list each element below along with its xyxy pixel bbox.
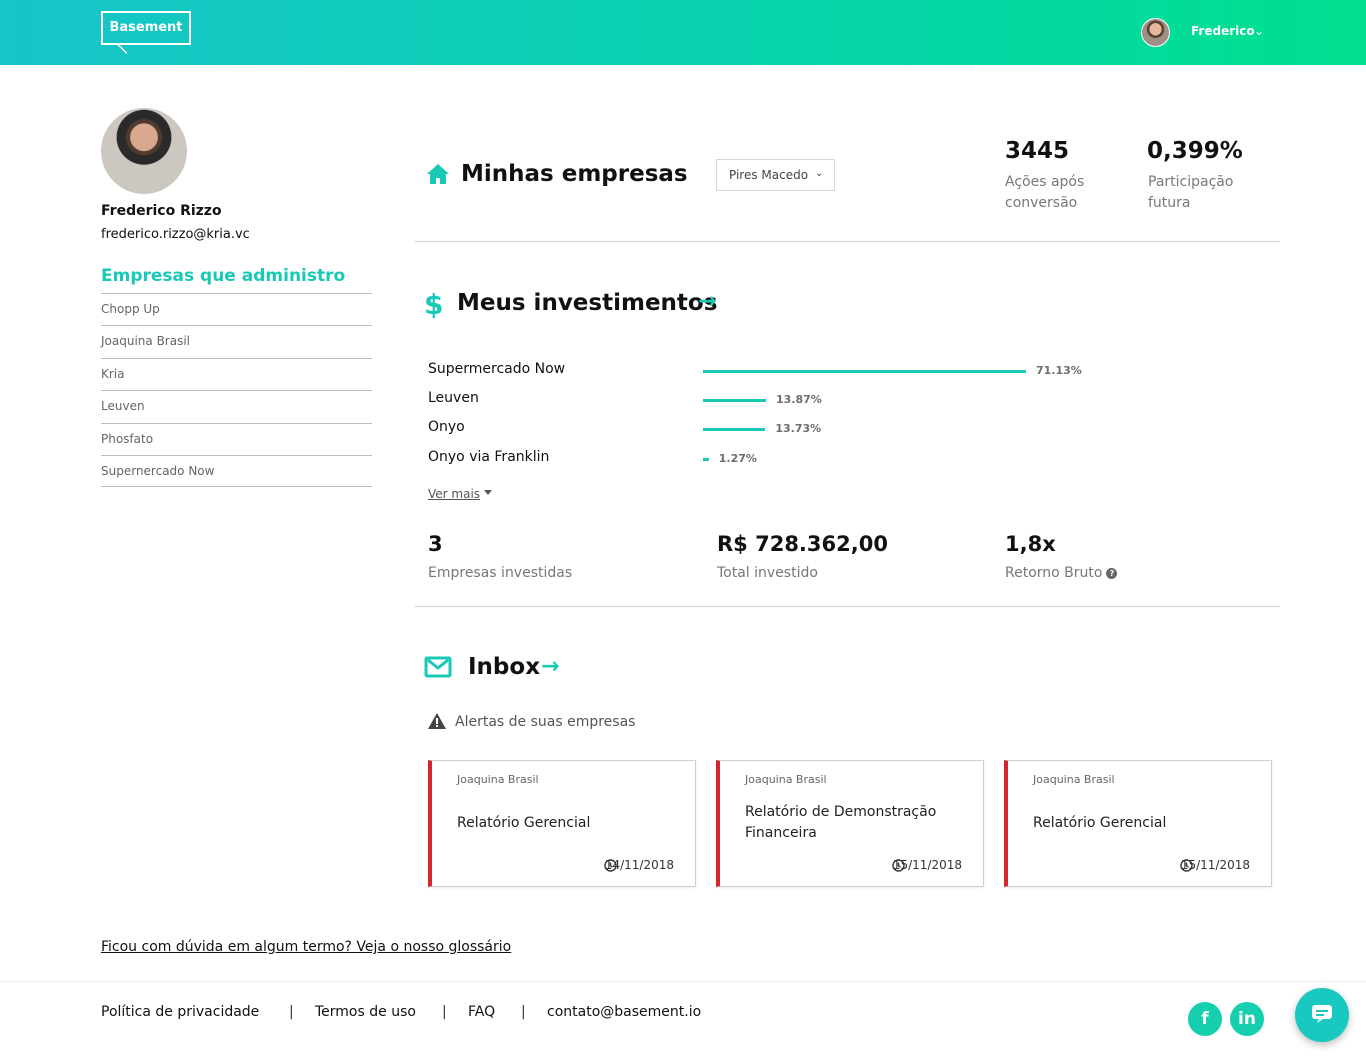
alerts-title: Alertas de suas empresas [455, 714, 636, 730]
inbox-title[interactable]: Inbox [468, 654, 540, 680]
alert-card[interactable]: Joaquina Brasil Relatório Gerencial 14/11/… [428, 760, 696, 887]
sidebar-title: Empresas que administro [101, 266, 346, 286]
user-avatar[interactable] [1141, 18, 1170, 47]
retorno-bruto-value: 1,8x [1005, 532, 1056, 556]
help-icon[interactable]: ? [1106, 567, 1118, 579]
arrow-right-icon[interactable]: → [698, 289, 716, 314]
dollar-icon: $ [424, 288, 444, 321]
card-title: Relatório de Demonstração Financeira [745, 804, 937, 841]
chat-bubble-icon [1312, 1005, 1332, 1023]
total-investido-label: Total investido [717, 565, 818, 581]
section-divider [415, 241, 1280, 242]
investment-percent: 13.73% [775, 422, 822, 435]
card-title: Relatório Gerencial [457, 815, 591, 831]
investment-row: Leuven 13.87% [428, 389, 1088, 413]
card-company: Joaquina Brasil [1033, 773, 1115, 786]
card-date: 15/11/2018 [1180, 858, 1250, 872]
glossary-link[interactable]: Ficou com dúvida em algum termo? Veja o … [101, 939, 511, 955]
sidebar-item-kria[interactable]: Kria [101, 357, 372, 390]
mail-icon [424, 656, 452, 678]
investment-name: Onyo via Franklin [428, 449, 550, 465]
acoes-apos-conversao-label: Ações após conversão [1005, 174, 1085, 211]
total-investido-value: R$ 728.362,00 [717, 532, 888, 556]
investment-bar [703, 428, 766, 431]
home-icon [427, 164, 449, 184]
investment-name: Leuven [428, 390, 479, 406]
footer-separator: | [442, 1004, 447, 1020]
retorno-bruto-label: Retorno Bruto? [1005, 565, 1118, 581]
contact-email-link[interactable]: contato@basement.io [547, 1004, 701, 1020]
card-date: 15/11/2018 [892, 858, 962, 872]
investment-name: Supermercado Now [428, 361, 566, 377]
caret-down-icon[interactable] [484, 490, 492, 495]
sidebar-item-supernercado-now[interactable]: Supernercado Now [101, 454, 372, 488]
privacy-policy-link[interactable]: Política de privacidade [101, 1004, 259, 1020]
user-menu-name[interactable]: Frederico [1191, 24, 1255, 38]
faq-link[interactable]: FAQ [468, 1004, 495, 1020]
investment-row: Supermercado Now 71.13% [428, 360, 1088, 384]
meus-investimentos-title[interactable]: Meus investimentos [457, 290, 717, 316]
sidebar-item-phosfato[interactable]: Phosfato [101, 422, 372, 455]
basement-logo[interactable]: Basement [101, 11, 191, 45]
top-header: Basement Frederico ⌄ [0, 0, 1366, 65]
investment-percent: 71.13% [1036, 364, 1082, 377]
terms-link[interactable]: Termos de uso [315, 1004, 416, 1020]
alert-card[interactable]: Joaquina Brasil Relatório Gerencial 15/11/… [1004, 760, 1272, 887]
investment-row: Onyo via Franklin 1.27% [428, 448, 1088, 472]
facebook-icon[interactable]: f [1188, 1002, 1222, 1036]
card-title: Relatório Gerencial [1033, 815, 1167, 831]
profile-name: Frederico Rizzo [101, 203, 222, 219]
empresas-investidas-label: Empresas investidas [428, 565, 573, 581]
investment-percent: 13.87% [775, 393, 822, 406]
investment-bar [703, 399, 766, 402]
chevron-down-icon[interactable]: ⌄ [1254, 24, 1264, 38]
footer-separator: | [289, 1004, 294, 1020]
chat-button[interactable] [1295, 988, 1349, 1042]
profile-email: frederico.rizzo@kria.vc [101, 227, 250, 242]
linkedin-icon[interactable]: in [1230, 1002, 1264, 1036]
sidebar-item-chopp-up[interactable]: Chopp Up [101, 293, 372, 325]
investment-name: Onyo [428, 419, 465, 435]
company-admin-list: Chopp Up Joaquina Brasil Kria Leuven Pho… [101, 293, 372, 488]
profile-avatar [101, 108, 187, 194]
minhas-empresas-title: Minhas empresas [461, 161, 688, 187]
footer-divider [0, 981, 1366, 982]
sidebar-item-leuven[interactable]: Leuven [101, 390, 372, 422]
acoes-apos-conversao-value: 3445 [1005, 138, 1070, 164]
investment-bar [703, 458, 709, 461]
participacao-futura-label: Participação futura [1148, 174, 1234, 211]
footer-separator: | [521, 1004, 526, 1020]
investment-row: Onyo 13.73% [428, 418, 1088, 442]
card-company: Joaquina Brasil [457, 773, 539, 786]
empresas-investidas-value: 3 [428, 532, 443, 556]
card-company: Joaquina Brasil [745, 773, 827, 786]
section-divider [415, 606, 1280, 607]
ver-mais-link[interactable]: Ver mais [428, 487, 480, 501]
card-date: 14/11/2018 [604, 858, 674, 872]
participacao-futura-value: 0,399% [1147, 138, 1243, 164]
sidebar-item-joaquina-brasil[interactable]: Joaquina Brasil [101, 325, 372, 357]
arrow-right-icon[interactable]: → [541, 654, 559, 679]
investment-percent: 1.27% [718, 452, 757, 465]
investment-bar [703, 370, 1026, 373]
chevron-down-icon[interactable]: ⌄ [815, 168, 823, 179]
logo-speech-tail [117, 44, 127, 54]
alert-card[interactable]: Joaquina Brasil Relatório de Demonstração… [716, 760, 984, 887]
warning-icon [428, 713, 446, 729]
